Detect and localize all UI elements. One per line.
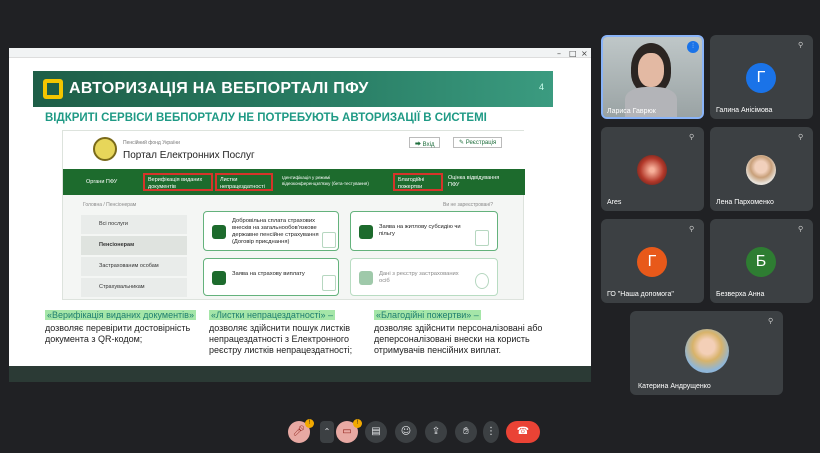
more-icon[interactable]: ⋮ [483, 421, 499, 443]
participant-tile[interactable]: ⚲ Г ГО "Наша допомога" [601, 219, 704, 303]
participant-name: Катерина Андрущенко [638, 383, 711, 390]
participant-tile[interactable]: ⚲ Ares [601, 127, 704, 211]
camera-warning-badge: ! [353, 419, 362, 428]
caption-title: «Листки непрацездатності» – [209, 310, 335, 320]
caption-donations: «Благодійні пожертви» – дозволяє здійсни… [374, 305, 549, 356]
slide-subtitle: ВІДКРИТІ СЕРВІСИ ВЕБПОРТАЛУ НЕ ПОТРЕБУЮТ… [45, 112, 487, 124]
shared-screen: – □ × АВТОРИЗАЦІЯ НА ВЕБПОРТАЛІ ПФУ 4 ВІ… [9, 48, 591, 366]
check-icon [475, 273, 489, 289]
service-card: Дані з реєстру застрахованих осіб [350, 258, 498, 296]
pin-icon[interactable]: ⚲ [689, 133, 694, 141]
register-button: ✎ Реєстрація [453, 137, 503, 148]
slide-footer [9, 366, 591, 382]
mic-warning-badge: ! [305, 419, 314, 428]
minimize-icon[interactable]: – [557, 49, 561, 58]
window-titlebar: – □ × [9, 48, 591, 58]
nav-item-highlighted: Верифікація виданих документів [143, 173, 213, 191]
emoji-icon[interactable]: ☺ [395, 421, 417, 443]
portal-org-name: Пенсійний фонд України [123, 140, 180, 146]
pin-icon[interactable]: ⚲ [798, 41, 803, 49]
raise-hand-icon[interactable]: ✋︎ [455, 421, 477, 443]
participant-name: Безверха Анна [716, 291, 765, 298]
caption-title: «Благодійні пожертви» – [374, 310, 481, 320]
caption-body: дозволяє здійснити пошук листків непраце… [209, 323, 353, 355]
caption-body: дозволяє перевірити достовірність докуме… [45, 323, 191, 344]
service-card: Заява на страхову виплату [203, 258, 339, 296]
maximize-icon[interactable]: □ [569, 49, 577, 58]
slide-number: 4 [539, 82, 545, 92]
present-icon[interactable]: ⇪ [425, 421, 447, 443]
portal-name: Портал Електронних Послуг [123, 150, 255, 161]
nav-item: Ідентифікація у режимі відеоконференцзв'… [282, 175, 369, 186]
participant-name: Ares [607, 199, 622, 206]
document-icon [212, 225, 226, 239]
participant-tile[interactable]: ⚲ Лена Пархоменко [710, 127, 813, 211]
captions-icon[interactable]: ▤ [365, 421, 387, 443]
participant-name: Лена Пархоменко [716, 199, 774, 206]
pin-icon[interactable]: ⚲ [798, 133, 803, 141]
slide-title: АВТОРИЗАЦІЯ НА ВЕБПОРТАЛІ ПФУ [69, 80, 369, 97]
menu-item: Застрахованим особам [81, 257, 187, 276]
leave-call-icon[interactable]: ☎︎ [506, 421, 540, 443]
pfu-emblem-icon [93, 137, 117, 161]
participant-name: Лариса Гаврюк [607, 108, 656, 115]
menu-item-selected: Пенсіонерам [81, 236, 187, 255]
menu-item: Страхувальникам [81, 278, 187, 297]
not-registered-link: Ви не зареєстровані? [443, 202, 494, 208]
pfu-logo-icon [43, 79, 63, 99]
pin-icon[interactable]: ⚲ [768, 317, 773, 325]
chevron-up-icon[interactable]: ⌃ [320, 421, 334, 443]
caption-verification: «Верифікація виданих документів» дозволя… [45, 305, 205, 345]
nav-item-highlighted: Благодійні пожертви [393, 173, 443, 191]
close-icon[interactable]: × [581, 49, 588, 58]
form-icon [475, 230, 489, 246]
breadcrumb: Головна / Пенсіонерам [83, 202, 137, 208]
nav-item: Оцінка відвідування ПФУ [448, 175, 500, 188]
avatar-photo [637, 155, 667, 185]
service-card: Заява на житлову субсидію чи пільгу [350, 211, 498, 251]
camera-button-group[interactable]: ▭ ! [336, 418, 362, 446]
portal-header: Пенсійний фонд України Портал Електронни… [63, 131, 525, 169]
service-card: Добровільна сплата страхових внесків на … [203, 211, 339, 251]
document-icon [359, 225, 373, 239]
participant-tile[interactable]: ⚲ Г Галина Анісімова [710, 35, 813, 119]
document-icon [359, 271, 373, 285]
login-button: ⮕ Вхід [409, 137, 441, 148]
participant-tile-active[interactable]: ⫶ Лариса Гаврюк [601, 35, 704, 119]
participant-tile[interactable]: ⚲ Б Безверха Анна [710, 219, 813, 303]
participant-tile[interactable]: ⚲ Катерина Андрущенко [630, 311, 783, 395]
avatar-photo [685, 329, 729, 373]
speaker-face [638, 53, 664, 87]
avatar-photo [746, 155, 776, 185]
avatar: Б [746, 247, 776, 277]
caption-sick-leave: «Листки непрацездатності» – дозволяє зді… [209, 305, 369, 356]
avatar: Г [746, 63, 776, 93]
nav-item: Органи ПФУ [86, 179, 118, 185]
mic-button-group[interactable]: 🎤︎ ! [288, 418, 314, 446]
menu-item: Всі послуги [81, 215, 187, 234]
speaking-indicator-icon: ⫶ [687, 41, 699, 53]
portal-screenshot: Пенсійний фонд України Портал Електронни… [62, 130, 525, 300]
caption-body: дозволяє здійснити персоналізовані або д… [374, 323, 543, 355]
nav-item-highlighted: Листки непрацездатності [215, 173, 273, 191]
document-icon [212, 271, 226, 285]
form-icon [322, 275, 336, 291]
avatar: Г [637, 247, 667, 277]
portal-nav: Органи ПФУ Верифікація виданих документі… [63, 169, 525, 195]
caption-title: «Верифікація виданих документів» [45, 310, 196, 320]
participant-name: Галина Анісімова [716, 107, 773, 114]
slide-banner: АВТОРИЗАЦІЯ НА ВЕБПОРТАЛІ ПФУ 4 [33, 71, 553, 107]
pin-icon[interactable]: ⚲ [689, 225, 694, 233]
participant-name: ГО "Наша допомога" [607, 291, 674, 298]
pin-icon[interactable]: ⚲ [798, 225, 803, 233]
form-icon [322, 232, 336, 248]
